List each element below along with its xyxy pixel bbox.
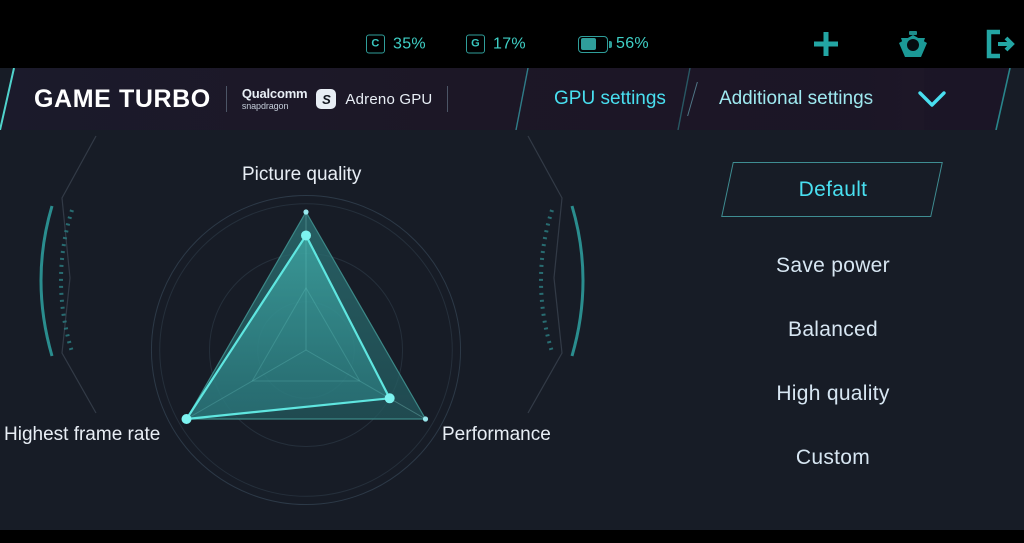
battery-icon	[578, 36, 608, 53]
axis-label-picture-quality: Picture quality	[242, 164, 361, 186]
axis-label-frame-rate: Highest frame rate	[4, 424, 160, 446]
preset-item-balanced[interactable]: Balanced	[700, 298, 966, 362]
battery-indicator: 56%	[578, 35, 649, 53]
exit-icon[interactable]	[984, 28, 1016, 60]
tab-gpu-settings[interactable]: GPU settings	[528, 88, 692, 110]
app-title: GAME TURBO	[34, 87, 211, 112]
top-icon-bar	[810, 28, 1016, 60]
main-panel: Picture quality Performance Highest fram…	[0, 68, 1024, 530]
tab-bar: GPU settings Additional settings	[528, 68, 899, 130]
preset-list: Default Save power Balanced High quality…	[700, 162, 966, 490]
header-bar: GAME TURBO Qualcomm snapdragon S Adreno …	[0, 68, 1024, 130]
add-icon[interactable]	[810, 28, 842, 60]
preset-label: Balanced	[788, 318, 878, 342]
status-bar: C 35% G 17% 56%	[0, 0, 1024, 68]
qualcomm-wordmark: Qualcomm	[242, 87, 308, 100]
gpu-name-label: Adreno GPU	[345, 91, 432, 108]
preset-item-custom[interactable]: Custom	[700, 426, 966, 490]
gpu-usage-indicator: G 17%	[466, 35, 526, 54]
gpu-radar-chart: Picture quality Performance Highest fram…	[0, 68, 620, 530]
axis-label-performance: Performance	[442, 424, 551, 446]
preset-label: Save power	[776, 254, 890, 278]
preset-item-high-quality[interactable]: High quality	[700, 362, 966, 426]
qualcomm-logo: Qualcomm snapdragon	[242, 87, 308, 111]
cpu-usage-indicator: C 35%	[366, 35, 426, 54]
chevron-down-icon[interactable]	[915, 86, 949, 117]
preset-item-default[interactable]: Default	[700, 162, 966, 222]
camera-icon[interactable]	[897, 28, 929, 60]
brand-divider-2	[447, 86, 448, 112]
snapdragon-badge-icon: S	[316, 89, 336, 109]
preset-label: High quality	[776, 382, 889, 406]
cpu-usage-value: 35%	[393, 35, 426, 53]
gpu-chip-icon: G	[466, 35, 485, 54]
brand-block: GAME TURBO Qualcomm snapdragon S Adreno …	[34, 86, 463, 112]
brand-divider-1	[226, 86, 227, 112]
preset-selected-label: Default	[700, 162, 966, 217]
preset-label: Custom	[796, 446, 870, 470]
tab-additional-settings[interactable]: Additional settings	[693, 88, 899, 110]
radar-chart-svg	[0, 68, 620, 530]
game-turbo-overlay: C 35% G 17% 56%	[0, 0, 1024, 543]
snapdragon-wordmark: snapdragon	[242, 102, 308, 111]
preset-item-save-power[interactable]: Save power	[700, 234, 966, 298]
gpu-usage-value: 17%	[493, 35, 526, 53]
battery-value: 56%	[616, 35, 649, 53]
cpu-chip-icon: C	[366, 35, 385, 54]
